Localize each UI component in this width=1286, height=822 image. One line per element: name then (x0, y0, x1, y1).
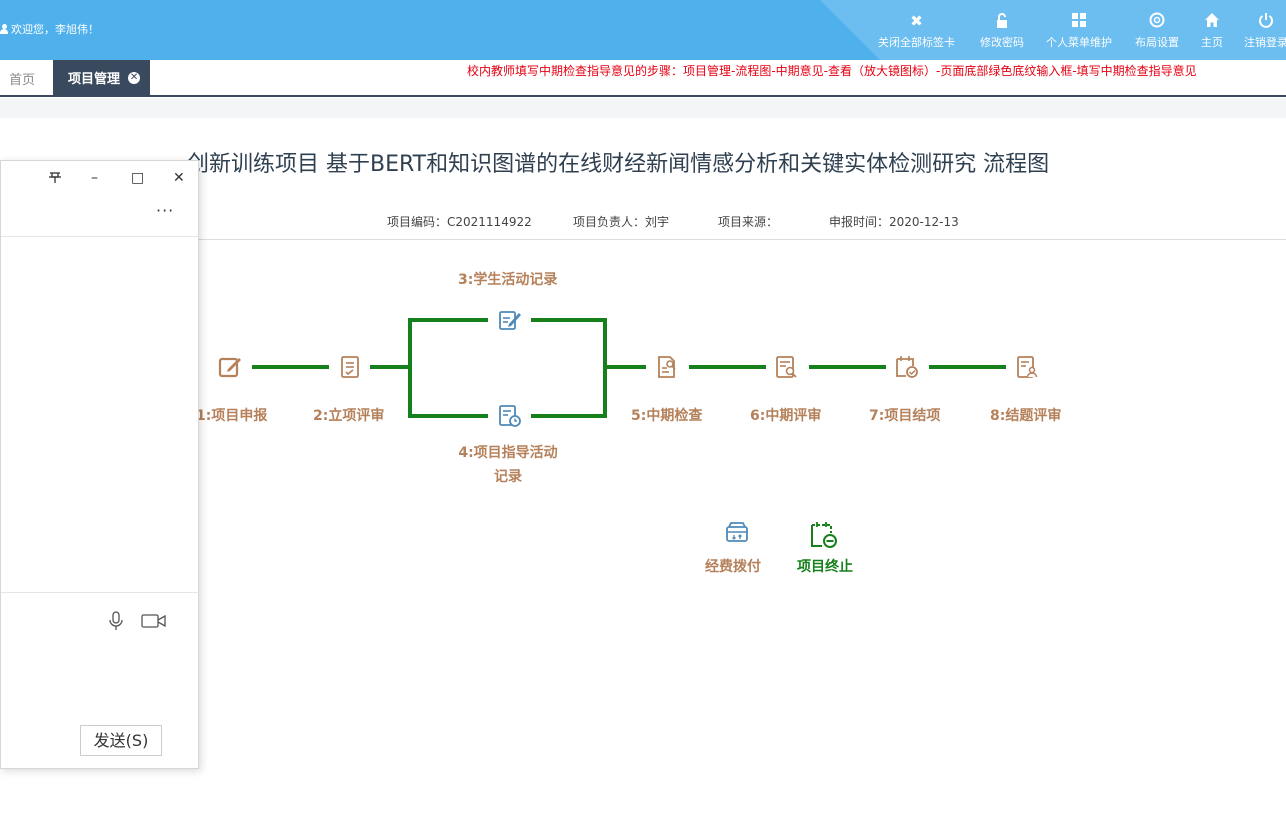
welcome-text: 欢迎您，李旭伟！ (0, 21, 99, 37)
flow-line-1-2 (252, 365, 329, 369)
step-7[interactable]: 7:项目结项 (869, 405, 940, 425)
step-4[interactable]: 4:项目指导活动记录 (457, 441, 559, 489)
step-3[interactable]: 3:学生活动记录 (458, 269, 557, 289)
flow-line-from-3 (531, 318, 607, 322)
terminate-label: 项目终止 (797, 559, 853, 575)
tab-home[interactable]: 首页 (9, 69, 35, 88)
lifebuoy-icon (1149, 12, 1165, 32)
doc-review-icon[interactable] (774, 354, 800, 380)
cashbox-icon[interactable] (724, 520, 750, 546)
layout-settings-button[interactable]: 布局设置 (1135, 12, 1179, 52)
chat-header-divider (1, 236, 200, 237)
menu-maintain-button[interactable]: 个人菜单维护 (1046, 12, 1112, 52)
pin-icon[interactable] (48, 170, 62, 188)
close-all-tabs-button[interactable]: ✖ 关闭全部标签卡 (878, 12, 955, 52)
step-5[interactable]: 5:中期检查 (631, 405, 702, 425)
step-1-label: 1:项目申报 (196, 408, 268, 424)
project-leader: 项目负责人：刘宇 (573, 215, 670, 229)
edit-icon[interactable] (217, 354, 243, 380)
maximize-button[interactable]: □ (131, 170, 144, 186)
step-4-label: 4:项目指导活动记录 (458, 445, 558, 485)
top-header: 欢迎您，李旭伟！ ✖ 关闭全部标签卡 修改密码 个人菜单维护 布局设置 主页 注… (0, 0, 1286, 60)
flow-line-2-branch (370, 365, 410, 369)
video-icon[interactable] (141, 613, 167, 633)
flow-line-6-7 (809, 365, 886, 369)
calendar-check-icon[interactable] (894, 354, 920, 380)
flow-line-to-4 (408, 414, 488, 418)
close-window-button[interactable]: ✕ (173, 170, 185, 186)
send-button[interactable]: 发送(S) (80, 725, 162, 756)
flow-line-5-6 (689, 365, 766, 369)
step-7-label: 7:项目结项 (869, 408, 941, 424)
welcome-label: 欢迎您，李旭伟！ (11, 23, 99, 36)
power-icon (1258, 12, 1274, 32)
home-button[interactable]: 主页 (1201, 12, 1223, 52)
step-6[interactable]: 6:中期评审 (750, 405, 821, 425)
step-8-label: 8:结题评审 (990, 408, 1062, 424)
minimize-button[interactable]: – (91, 170, 98, 186)
doc-user-icon[interactable] (1014, 354, 1040, 380)
flow-line-from-4 (531, 414, 607, 418)
tab-project-label: 项目管理 (68, 72, 121, 87)
more-options-icon[interactable]: ··· (156, 201, 174, 220)
grid-icon (1071, 12, 1087, 32)
step-2-label: 2:立项评审 (313, 408, 385, 424)
flow-line-to-3 (408, 318, 488, 322)
page: 欢迎您，李旭伟！ ✖ 关闭全部标签卡 修改密码 个人菜单维护 布局设置 主页 注… (0, 0, 1286, 822)
step-6-label: 6:中期评审 (750, 408, 822, 424)
funding-label: 经费拨付 (705, 559, 761, 575)
content-gap (0, 98, 1286, 118)
note-edit-icon[interactable] (497, 307, 523, 333)
calendar-stop-icon[interactable] (809, 520, 839, 550)
home-icon (1204, 12, 1220, 32)
close-icon: ✖ (910, 12, 923, 30)
change-password-button[interactable]: 修改密码 (980, 12, 1024, 52)
close-tab-icon[interactable]: ✕ (128, 71, 141, 84)
tab-project-management[interactable]: 项目管理 ✕ (53, 60, 150, 95)
step-1[interactable]: 1:项目申报 (196, 405, 267, 425)
flow-line-7-8 (929, 365, 1006, 369)
project-code: 项目编码：C2021114922 (387, 215, 532, 229)
record-clock-icon[interactable] (497, 403, 523, 429)
flow-line-branch-left (408, 318, 412, 418)
project-date: 申报时间：2020-12-13 (829, 215, 959, 229)
divider (198, 239, 1286, 240)
flow-line-to-5 (603, 365, 646, 369)
funding-step[interactable]: 经费拨付 (705, 556, 761, 576)
step-8[interactable]: 8:结题评审 (990, 405, 1061, 425)
doc-search-icon[interactable] (655, 354, 681, 380)
lock-icon (995, 12, 1009, 32)
page-title: 创新训练项目 基于BERT和知识图谱的在线财经新闻情感分析和关键实体检测研究 流… (187, 152, 1050, 177)
notice-text: 校内教师填写中期检查指导意见的步骤：项目管理-流程图-中期意见-查看（放大镜图标… (467, 64, 1197, 78)
project-source: 项目来源： (718, 215, 779, 229)
user-icon (0, 24, 8, 34)
logout-button[interactable]: 注销登录 (1244, 12, 1286, 52)
chat-input-divider (1, 592, 200, 593)
checklist-icon[interactable] (338, 354, 364, 380)
microphone-icon[interactable] (108, 611, 124, 635)
step-3-label: 3:学生活动记录 (458, 272, 558, 288)
step-5-label: 5:中期检查 (631, 408, 703, 424)
terminate-step[interactable]: 项目终止 (797, 556, 853, 576)
step-2[interactable]: 2:立项评审 (313, 405, 384, 425)
chat-window: – □ ✕ ··· 发送(S) (0, 160, 200, 769)
